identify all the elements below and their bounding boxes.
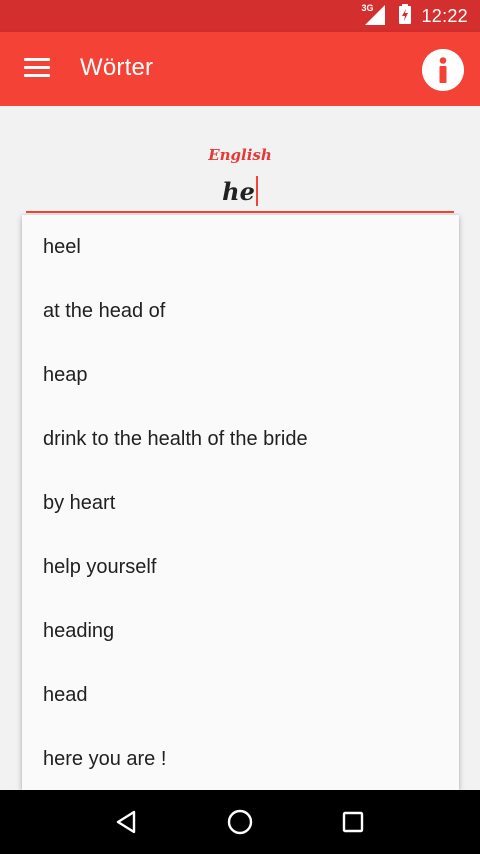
navigation-bar [0,790,480,854]
suggestion-item[interactable]: drink to the health of the bride [22,407,459,471]
suggestion-item[interactable]: heel [22,215,459,279]
language-label: English [208,146,272,164]
recents-square-icon[interactable] [333,802,373,842]
network-type-label: 3G [361,3,374,13]
back-triangle-icon[interactable] [107,802,147,842]
network-indicator: 3G [361,3,386,27]
home-circle-icon[interactable] [220,802,260,842]
battery-icon [399,3,412,29]
word-search-input[interactable]: he [26,170,454,213]
text-caret [255,175,258,206]
info-icon[interactable] [422,49,464,91]
suggestion-item[interactable]: at the head of [22,279,459,343]
search-input-value[interactable]: he [222,175,255,206]
suggestion-item[interactable]: heap [22,343,459,407]
app-title: Wörter [80,54,154,81]
app-bar: Wörter [0,32,480,106]
suggestion-item[interactable]: here you are ! [22,727,459,790]
hamburger-menu-icon[interactable] [24,58,50,78]
suggestion-item[interactable]: heading [22,599,459,663]
suggestion-item[interactable]: by heart [22,471,459,535]
suggestion-item[interactable]: head [22,663,459,727]
suggestion-dropdown[interactable]: heel at the head of heap drink to the he… [22,215,459,790]
status-bar: 3G 12:22 [0,0,480,32]
suggestion-item[interactable]: help yourself [22,535,459,599]
clock: 12:22 [421,5,468,26]
